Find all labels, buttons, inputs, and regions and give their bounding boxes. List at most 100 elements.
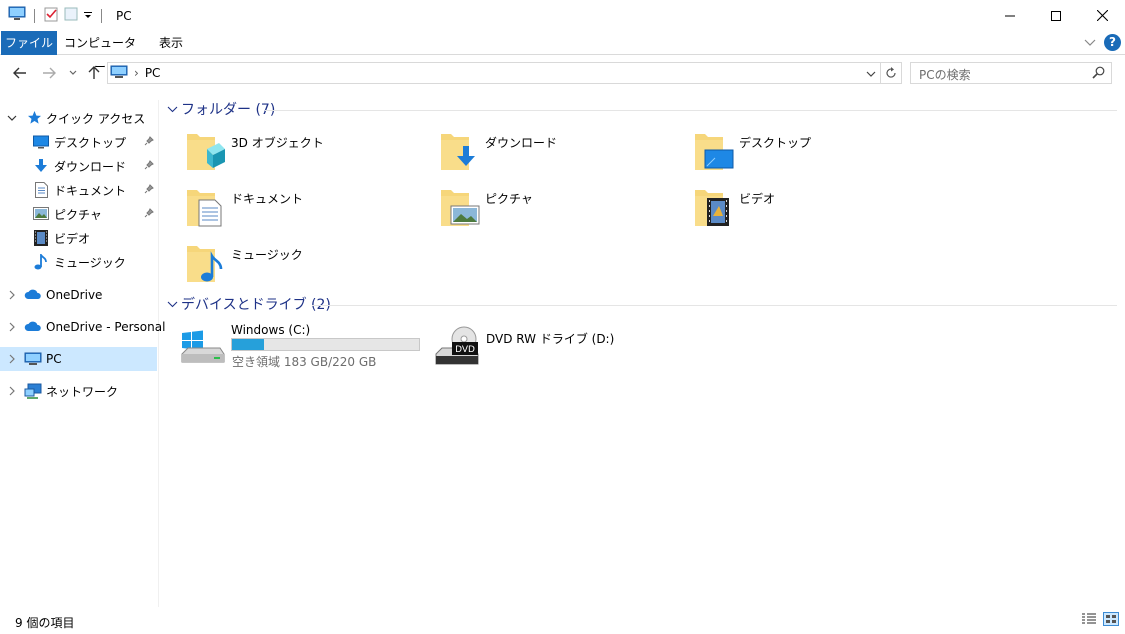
close-icon (1096, 10, 1108, 21)
customize-toolbar-icon[interactable] (83, 9, 93, 23)
refresh-icon (885, 67, 896, 78)
windows-drive-icon (180, 322, 226, 371)
refresh-button[interactable] (880, 62, 902, 84)
large-icons-view-icon[interactable] (1103, 612, 1119, 629)
downloads-folder-icon (439, 130, 479, 177)
download-icon (33, 158, 49, 177)
chevron-right-icon[interactable] (7, 322, 17, 332)
maximize-button[interactable] (1033, 0, 1079, 31)
item-count: 9 個の項目 (15, 616, 75, 630)
sidebar-item-quick-access[interactable]: クイック アクセス (0, 107, 157, 129)
group-header-label: フォルダー (7) (181, 102, 276, 118)
chevron-down-icon[interactable] (167, 106, 178, 113)
expand-ribbon-icon[interactable] (1084, 36, 1096, 50)
folder-label: 3D オブジェクト (231, 136, 324, 150)
sidebar-item-label: ミュージック (54, 255, 126, 270)
desktop-folder-icon (693, 130, 735, 177)
chevron-down-icon[interactable] (167, 301, 178, 308)
address-dropdown-icon[interactable] (866, 67, 876, 81)
chevron-right-icon[interactable] (7, 386, 17, 396)
folder-label: ビデオ (739, 192, 776, 206)
drive-tile-d[interactable]: DVD DVD RW ドライブ (D:) (434, 326, 674, 370)
pin-icon[interactable] (144, 159, 154, 173)
status-bar: 9 個の項目 (0, 607, 1125, 634)
group-header-drives[interactable]: デバイスとドライブ (2) (167, 294, 331, 314)
sidebar-item-label: ドキュメント (54, 183, 127, 198)
sidebar-item-label: ダウンロード (54, 159, 127, 174)
sidebar-item-documents[interactable]: ドキュメント (0, 179, 157, 201)
tab-file[interactable]: ファイル (1, 31, 57, 55)
folder-label: ダウンロード (485, 136, 558, 150)
up-button[interactable] (84, 63, 104, 83)
drive-usage-bar (231, 338, 420, 351)
desktop-icon (33, 135, 49, 152)
recent-locations-button[interactable] (63, 63, 83, 83)
sidebar-item-label: PC (46, 352, 62, 366)
maximize-icon (1051, 10, 1061, 21)
pin-icon[interactable] (144, 135, 154, 149)
pin-icon[interactable] (144, 183, 154, 197)
sidebar-item-pc[interactable]: PC (0, 347, 157, 371)
pictures-icon (33, 207, 49, 223)
sidebar-item-desktop[interactable]: デスクトップ (0, 131, 157, 153)
breadcrumb-separator[interactable]: › (134, 66, 139, 80)
chevron-right-icon[interactable] (7, 354, 17, 364)
folder-tile-documents[interactable]: ドキュメント (185, 186, 425, 236)
minimize-button[interactable] (987, 0, 1033, 31)
sidebar-item-network[interactable]: ネットワーク (0, 380, 157, 402)
drive-free-space: 空き領域 183 GB/220 GB (232, 355, 377, 369)
dvd-drive-icon: DVD (434, 326, 480, 371)
file-list: フォルダー (7) 3D オブジェクト ダウンロード デスクトップ ドキュメント… (160, 95, 1125, 605)
back-button[interactable] (10, 63, 30, 83)
pc-icon (24, 352, 42, 369)
sidebar-item-music[interactable]: ミュージック (0, 251, 157, 273)
details-view-icon[interactable] (1081, 612, 1097, 629)
toolbar-separator (34, 8, 35, 23)
star-icon (27, 110, 42, 128)
sidebar-item-onedrive-personal[interactable]: OneDrive - Personal (0, 316, 165, 338)
forward-button[interactable] (39, 63, 59, 83)
folder-label: ドキュメント (231, 192, 304, 206)
folder-tile-music[interactable]: ミュージック (185, 242, 425, 292)
breadcrumb-pc[interactable]: PC (145, 66, 161, 80)
sidebar-item-label: クイック アクセス (46, 111, 146, 126)
folder-tile-pictures[interactable]: ピクチャ (439, 186, 679, 236)
search-input[interactable]: PCの検索 (919, 66, 971, 83)
folder-label: ミュージック (231, 248, 303, 262)
title-bar: PC (0, 0, 1125, 31)
sidebar-item-downloads[interactable]: ダウンロード (0, 155, 157, 177)
folder-tile-desktop[interactable]: デスクトップ (693, 130, 933, 180)
pin-icon[interactable] (144, 207, 154, 221)
ribbon: ファイル コンピューター 表示 ? (0, 31, 1125, 74)
tab-view[interactable]: 表示 (150, 31, 192, 55)
sidebar-item-videos[interactable]: ビデオ (0, 227, 157, 249)
group-divider (265, 110, 1117, 111)
folder-tile-videos[interactable]: ビデオ (693, 186, 933, 236)
sidebar-item-pictures[interactable]: ピクチャ (0, 203, 157, 225)
chevron-expanded-icon[interactable] (7, 113, 17, 123)
new-folder-icon[interactable] (63, 6, 79, 25)
close-button[interactable] (1079, 0, 1125, 31)
help-button[interactable]: ? (1104, 34, 1121, 51)
chevron-right-icon[interactable] (7, 290, 17, 300)
sidebar-item-label: ネットワーク (46, 384, 119, 399)
search-box[interactable]: PCの検索 (910, 62, 1112, 84)
pc-icon (110, 65, 128, 82)
folder-tile-downloads[interactable]: ダウンロード (439, 130, 679, 180)
sidebar-item-onedrive[interactable]: OneDrive (0, 284, 157, 306)
window-title: PC (116, 8, 132, 23)
chevron-down-icon (69, 70, 77, 75)
address-bar[interactable]: › PC (107, 62, 881, 84)
minimize-icon (1005, 15, 1015, 16)
sidebar-item-label: デスクトップ (54, 135, 127, 150)
folder-tile-3d-objects[interactable]: 3D オブジェクト (185, 130, 425, 180)
sidebar-item-label: ビデオ (54, 231, 91, 246)
dvd-badge: DVD (455, 345, 475, 355)
tab-computer[interactable]: コンピューター (62, 31, 138, 74)
group-header-folders[interactable]: フォルダー (7) (167, 99, 275, 119)
search-icon[interactable] (1092, 66, 1105, 82)
drive-label: DVD RW ドライブ (D:) (486, 332, 615, 346)
properties-icon[interactable] (43, 6, 59, 25)
videos-folder-icon (693, 186, 733, 233)
pictures-folder-icon (439, 186, 481, 233)
